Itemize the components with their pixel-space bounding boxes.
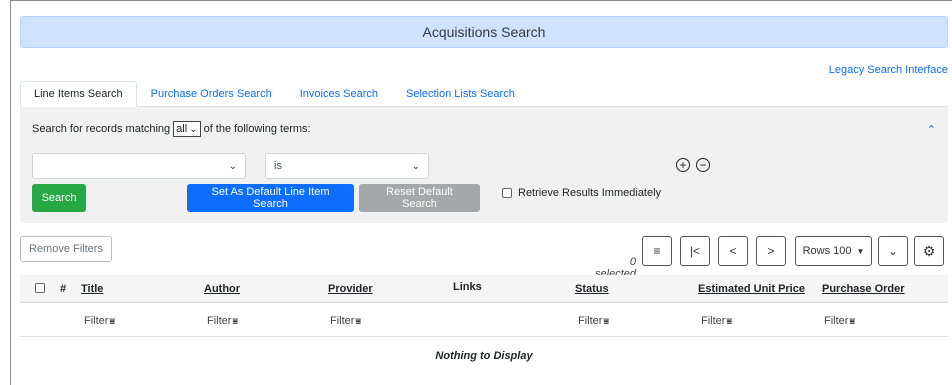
filter-icon: ⩸ <box>109 315 115 326</box>
tab-line-items-search[interactable]: Line Items Search <box>20 81 137 107</box>
filter-label: Filter <box>207 315 232 327</box>
filter-icon: ⩸ <box>232 315 238 326</box>
column-estimated-unit-price[interactable]: Estimated Unit Price <box>698 283 805 295</box>
search-button[interactable]: Search <box>32 184 86 212</box>
filter-label: Filter <box>578 315 603 327</box>
operator-value: is <box>274 160 282 172</box>
match-mode-select[interactable]: all ⌄ <box>173 121 201 137</box>
estimated-unit-price-filter[interactable]: Filter ⩸ <box>701 315 732 327</box>
provider-filter[interactable]: Filter ⩸ <box>330 315 361 327</box>
author-filter[interactable]: Filter ⩸ <box>207 315 238 327</box>
previous-page-button[interactable]: < <box>718 236 748 266</box>
page-title-banner: Acquisitions Search <box>20 16 948 48</box>
column-author[interactable]: Author <box>204 283 240 295</box>
caret-down-icon: ▼ <box>856 246 865 256</box>
chevron-left-icon: < <box>729 244 737 258</box>
column-purchase-order[interactable]: Purchase Order <box>822 283 905 295</box>
list-check-icon: ≡ <box>653 244 661 258</box>
settings-button[interactable]: ⚙ <box>914 236 944 266</box>
search-field-select[interactable]: ⌄ <box>32 153 246 179</box>
tab-selection-lists-search[interactable]: Selection Lists Search <box>392 81 529 107</box>
chevron-right-icon: > <box>767 244 775 258</box>
first-page-button[interactable]: |< <box>680 236 710 266</box>
filter-label: Filter <box>84 315 109 327</box>
gear-icon: ⚙ <box>922 242 936 259</box>
filter-row: Filter ⩸ Filter ⩸ Filter ⩸ Filter ⩸ Filter ⩸ … <box>20 303 948 337</box>
purchase-order-filter[interactable]: Filter ⩸ <box>824 315 855 327</box>
add-term-plus-circle-icon[interactable]: + <box>676 158 690 172</box>
tab-purchase-orders-search[interactable]: Purchase Orders Search <box>137 81 286 107</box>
filter-label: Filter <box>330 315 355 327</box>
retrieve-immediately-label: Retrieve Results Immediately <box>518 187 662 199</box>
page-title: Acquisitions Search <box>422 24 546 40</box>
operator-select[interactable]: is ⌄ <box>265 153 429 179</box>
rows-per-page-button[interactable]: Rows 100 ▼ <box>795 236 872 266</box>
table-header: # Title Author Provider Links Status Est… <box>20 275 948 303</box>
remove-term-minus-circle-icon[interactable]: − <box>696 158 710 172</box>
match-line: Search for records matching all ⌄ of the… <box>32 121 311 137</box>
column-links: Links <box>453 281 482 293</box>
filter-icon: ⩸ <box>849 315 855 326</box>
filter-icon: ⩸ <box>726 315 732 326</box>
column-index: # <box>60 283 67 295</box>
search-panel: Search for records matching all ⌄ of the… <box>20 107 948 223</box>
reset-default-search-button[interactable]: Reset Default Search <box>359 184 480 212</box>
column-provider[interactable]: Provider <box>328 283 373 295</box>
retrieve-immediately-checkbox[interactable] <box>502 188 512 198</box>
more-options-button[interactable]: ⌄ <box>878 236 908 266</box>
tab-invoices-search[interactable]: Invoices Search <box>286 81 392 107</box>
filter-icon: ⩸ <box>355 315 361 326</box>
filter-label: Filter <box>701 315 726 327</box>
column-title[interactable]: Title <box>81 283 103 295</box>
filter-label: Filter <box>824 315 849 327</box>
next-page-button[interactable]: > <box>756 236 786 266</box>
chevron-down-icon: ⌄ <box>411 160 420 172</box>
remove-filters-button[interactable]: Remove Filters <box>20 236 112 262</box>
match-suffix: of the following terms: <box>203 123 311 135</box>
match-prefix: Search for records matching <box>32 123 171 135</box>
match-mode-value: all <box>176 123 188 135</box>
rows-per-page-label: Rows 100 <box>802 245 852 257</box>
chevron-down-icon: ⌄ <box>189 123 198 135</box>
column-status[interactable]: Status <box>575 283 609 295</box>
filter-icon: ⩸ <box>603 315 609 326</box>
empty-table-message: Nothing to Display <box>435 350 533 362</box>
title-filter[interactable]: Filter ⩸ <box>84 315 115 327</box>
select-all-checkbox[interactable] <box>35 283 45 293</box>
search-tabs: Line Items Search Purchase Orders Search… <box>20 81 948 107</box>
legacy-search-link[interactable]: Legacy Search Interface <box>829 64 948 76</box>
select-actions-button[interactable]: ≡ <box>642 236 672 266</box>
status-filter[interactable]: Filter ⩸ <box>578 315 609 327</box>
chevron-up-icon[interactable]: ⌃ <box>927 123 936 136</box>
first-page-icon: |< <box>689 244 701 258</box>
retrieve-immediately-option: Retrieve Results Immediately <box>502 187 661 199</box>
set-default-search-button[interactable]: Set As Default Line Item Search <box>187 184 354 212</box>
chevron-down-icon: ⌄ <box>887 244 899 258</box>
chevron-down-icon: ⌄ <box>228 160 237 172</box>
